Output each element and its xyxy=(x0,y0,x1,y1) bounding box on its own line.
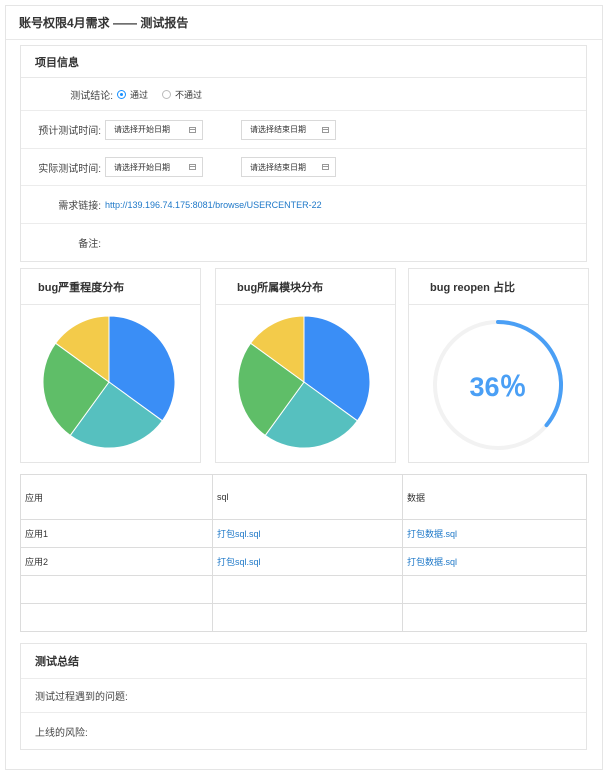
link-row: 需求链接: http://139.196.74.175:8081/browse/… xyxy=(21,186,586,224)
cell-empty xyxy=(402,575,587,604)
cell-empty xyxy=(20,575,213,604)
radio-fail[interactable]: 不通过 xyxy=(162,88,202,101)
summary-card: 测试总结 测试过程遇到的问题: 上线的风险: xyxy=(20,643,587,750)
sql-file-link[interactable]: 打包sql.sql xyxy=(217,557,261,567)
data-file-link[interactable]: 打包数据.sql xyxy=(407,529,457,539)
cell-empty xyxy=(212,575,403,604)
calendar-icon xyxy=(189,164,196,170)
col-header-app: 应用 xyxy=(20,474,213,520)
table-header-row: 应用 sql 数据 xyxy=(20,474,587,520)
link-label: 需求链接: xyxy=(58,201,101,212)
requirement-link[interactable]: http://139.196.74.175:8081/browse/USERCE… xyxy=(105,200,322,210)
planned-end-placeholder: 请选择结束日期 xyxy=(250,125,306,134)
data-file-link[interactable]: 打包数据.sql xyxy=(407,557,457,567)
planned-start-placeholder: 请选择开始日期 xyxy=(114,125,170,134)
severity-pie-chart xyxy=(42,315,176,449)
col-header-sql: sql xyxy=(212,474,403,520)
radio-pass[interactable]: 通过 xyxy=(117,88,148,101)
planned-time-row: 预计测试时间: 请选择开始日期 请选择结束日期 xyxy=(21,111,586,149)
module-pie-chart xyxy=(237,315,371,449)
sql-table: 应用 sql 数据 应用1 打包sql.sql 打包数据.sql 应用2 打包s… xyxy=(20,474,587,632)
actual-time-row: 实际测试时间: 请选择开始日期 请选择结束日期 xyxy=(21,149,586,186)
severity-chart-card: bug严重程度分布 xyxy=(20,268,201,463)
cell-empty xyxy=(212,603,403,632)
cell-app: 应用2 xyxy=(20,547,213,576)
reopen-chart-title: bug reopen 占比 xyxy=(409,269,588,305)
cell-empty xyxy=(20,603,213,632)
planned-time-label: 预计测试时间: xyxy=(38,126,101,137)
calendar-icon xyxy=(322,164,329,170)
remark-label: 备注: xyxy=(78,239,101,250)
reopen-percentage: 36％ xyxy=(469,372,526,402)
cell-app: 应用1 xyxy=(20,519,213,548)
summary-heading: 测试总结 xyxy=(35,656,79,668)
actual-time-label: 实际测试时间: xyxy=(38,163,101,175)
conclusion-row: 测试结论: 通过 不通过 xyxy=(21,78,586,111)
module-chart-title: bug所属模块分布 xyxy=(216,269,395,305)
table-row xyxy=(20,603,587,632)
calendar-icon xyxy=(189,126,196,133)
remark-row: 备注: xyxy=(21,224,586,261)
radio-pass-label: 通过 xyxy=(130,89,149,100)
problems-row: 测试过程遇到的问题: xyxy=(21,678,586,712)
project-info-heading: 项目信息 xyxy=(21,46,586,78)
actual-start-date-picker[interactable]: 请选择开始日期 xyxy=(105,157,203,177)
cell-empty xyxy=(402,603,587,632)
actual-start-placeholder: 请选择开始日期 xyxy=(114,162,170,172)
radio-fail-circle[interactable] xyxy=(162,89,172,99)
reopen-chart-card: bug reopen 占比 36％ xyxy=(408,268,589,463)
module-chart-card: bug所属模块分布 xyxy=(215,268,396,463)
calendar-icon xyxy=(322,126,329,133)
radio-fail-label: 不通过 xyxy=(175,89,203,100)
sql-file-link[interactable]: 打包sql.sql xyxy=(217,529,261,539)
table-row xyxy=(20,575,587,604)
radio-pass-circle[interactable] xyxy=(117,89,126,99)
actual-end-placeholder: 请选择结束日期 xyxy=(250,162,306,172)
reopen-gauge: 36％ xyxy=(433,320,563,450)
conclusion-label: 测试结论: xyxy=(70,90,113,102)
planned-start-date-picker[interactable]: 请选择开始日期 xyxy=(105,119,203,140)
page-title: 账号权限4月需求 —— 测试报告 xyxy=(6,6,602,40)
table-row: 应用1 打包sql.sql 打包数据.sql xyxy=(20,519,587,548)
project-info-card: 项目信息 测试结论: 通过 不通过 预计测试时间: 请选择开始日期 请选择结束日… xyxy=(20,45,587,262)
col-header-data: 数据 xyxy=(402,474,587,520)
table-row: 应用2 打包sql.sql 打包数据.sql xyxy=(20,547,587,576)
risk-row: 上线的风险: xyxy=(21,712,586,749)
problems-label: 测试过程遇到的问题: xyxy=(35,692,128,703)
risk-label: 上线的风险: xyxy=(35,727,88,739)
severity-chart-title: bug严重程度分布 xyxy=(21,269,200,305)
planned-end-date-picker[interactable]: 请选择结束日期 xyxy=(241,119,336,140)
actual-end-date-picker[interactable]: 请选择结束日期 xyxy=(241,157,336,177)
